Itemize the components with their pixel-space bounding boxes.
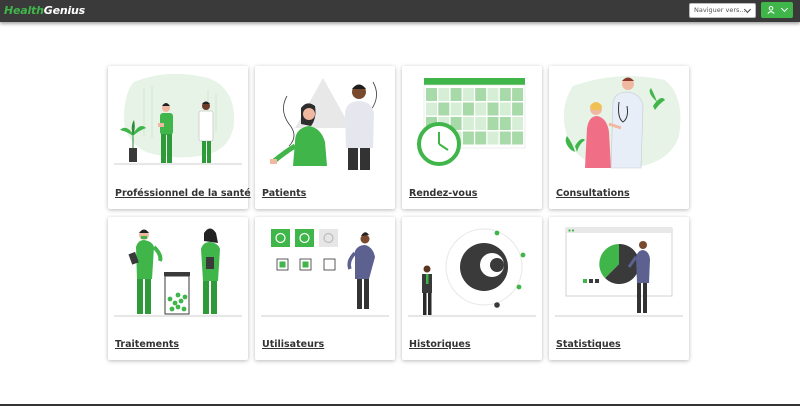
calendar-cell (462, 117, 474, 130)
card-label: Patients (262, 188, 307, 199)
chevron-down-icon (780, 4, 789, 13)
card-patients[interactable]: Patients (255, 66, 395, 209)
logo-genius: Genius (43, 4, 86, 17)
card-label: Consultations (556, 188, 630, 199)
card-treatments[interactable]: Traitements (108, 217, 248, 360)
calendar-cell (499, 117, 511, 130)
card-health-professionals[interactable]: Proféssionnel de la santé (108, 66, 251, 209)
calendar-cell (499, 88, 511, 101)
calendar-cell (487, 131, 499, 145)
calendar-cell (499, 102, 511, 116)
user-menu-button[interactable] (761, 2, 793, 18)
card-label: Statistiques (556, 339, 621, 350)
calendar-cell (475, 131, 487, 145)
health-professionals-illustration (114, 73, 242, 165)
calendar-cell (487, 102, 499, 116)
calendar-cell (475, 102, 487, 116)
calendar-cell (438, 102, 450, 116)
calendar-cell (450, 102, 462, 116)
navigate-select-placeholder: Naviguer vers... (694, 6, 746, 14)
calendar-cell (512, 117, 524, 130)
calendar-cell (499, 131, 511, 145)
top-navbar: HealthGenius Naviguer vers... (0, 0, 800, 22)
card-users[interactable]: Utilisateurs (255, 217, 395, 360)
statistics-illustration (555, 227, 683, 317)
calendar-cell (475, 88, 487, 101)
calendar-cell (438, 88, 450, 101)
logo-health: Health (4, 4, 44, 17)
card-history[interactable]: Historiques (402, 217, 542, 360)
card-label: Proféssionnel de la santé (115, 188, 251, 199)
app-logo[interactable]: HealthGenius (4, 3, 85, 19)
card-label: Utilisateurs (262, 339, 325, 350)
calendar-cell (462, 102, 474, 116)
card-label: Historiques (409, 339, 471, 350)
calendar-cell (426, 88, 437, 101)
card-label: Traitements (115, 339, 180, 350)
card-statistics[interactable]: Statistiques (549, 217, 689, 360)
calendar-cell (462, 131, 474, 145)
calendar-cell (475, 117, 487, 130)
consultation-illustration (563, 76, 681, 169)
calendar-cell (512, 102, 524, 116)
users-illustration (261, 229, 389, 317)
patients-illustration (270, 78, 377, 170)
calendar-cell (512, 88, 524, 101)
card-label: Rendez-vous (409, 188, 478, 199)
calendar-illustration (417, 78, 526, 166)
calendar-cell (487, 88, 499, 101)
navigate-select[interactable]: Naviguer vers... (689, 3, 756, 18)
calendar-cell (512, 131, 524, 145)
calendar-cell (462, 88, 474, 101)
calendar-cell (450, 88, 462, 101)
calendar-cell (487, 117, 499, 130)
calendar-cell (426, 102, 437, 116)
treatment-illustration (114, 228, 242, 317)
user-icon (767, 6, 775, 14)
history-illustration (408, 228, 536, 317)
card-appointments[interactable]: Rendez-vous (402, 66, 542, 209)
card-consultations[interactable]: Consultations (549, 66, 689, 209)
